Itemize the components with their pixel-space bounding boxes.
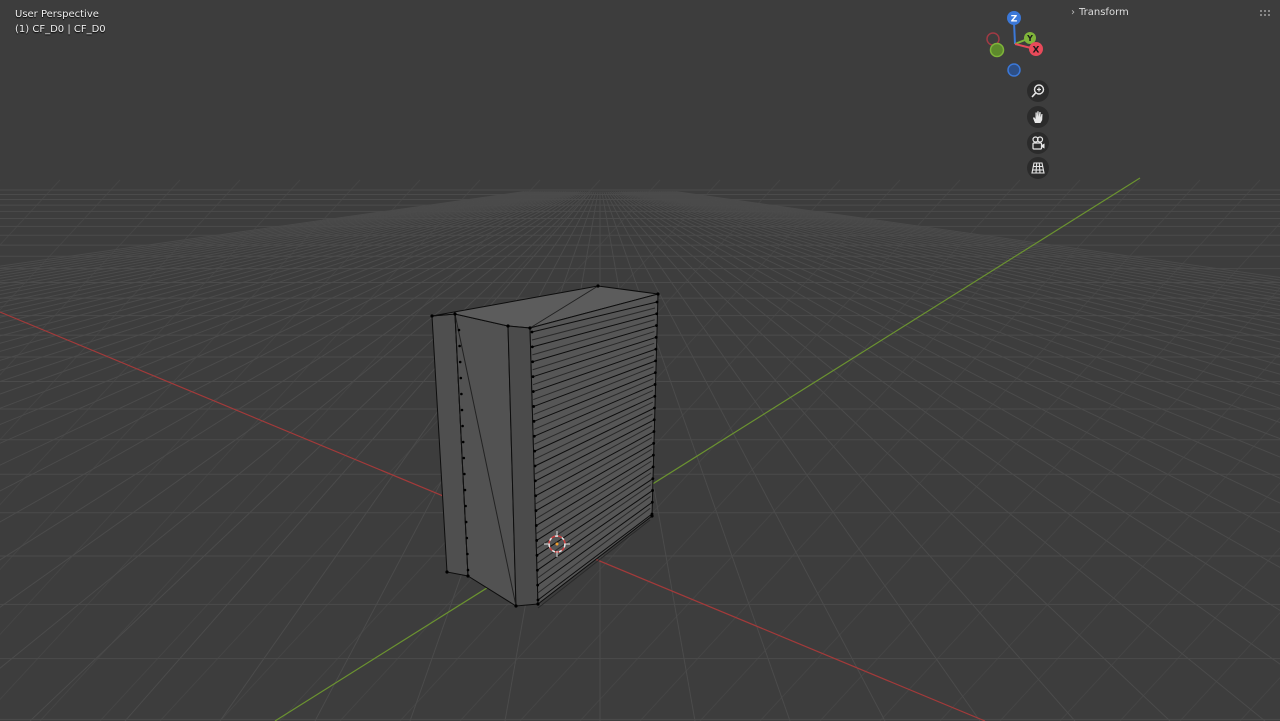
gizmo-z-label: Z: [1011, 15, 1018, 25]
gizmo-neg-y: [989, 42, 1005, 58]
camera-view-icon: [1032, 136, 1045, 150]
zoom-button[interactable]: [1027, 80, 1049, 102]
active-object-label: (1) CF_D0 | CF_D0: [15, 24, 106, 35]
transform-panel-toggle[interactable]: › Transform: [1071, 7, 1129, 18]
camera-view-button[interactable]: [1027, 132, 1049, 154]
transform-label: Transform: [1079, 7, 1129, 18]
sidebar-drag-handle[interactable]: [1260, 10, 1270, 16]
gizmo-x-label: X: [1033, 46, 1040, 56]
ortho-toggle-button[interactable]: [1027, 157, 1049, 179]
pan-hand-icon: [1033, 111, 1043, 123]
zoom-icon: [1031, 84, 1045, 98]
navigation-gizmo[interactable]: Z Y X: [986, 11, 1043, 77]
gizmo-neg-z: [1007, 63, 1021, 77]
gizmo-y-label: Y: [1026, 34, 1033, 43]
grid-ortho-icon: [1031, 162, 1045, 174]
viewport-perspective-label: User Perspective: [15, 9, 99, 20]
chevron-right-icon: ›: [1071, 7, 1075, 18]
pan-button[interactable]: [1027, 106, 1049, 128]
mesh-object[interactable]: [430, 284, 660, 609]
3d-viewport[interactable]: Z Y X: [0, 0, 1280, 721]
